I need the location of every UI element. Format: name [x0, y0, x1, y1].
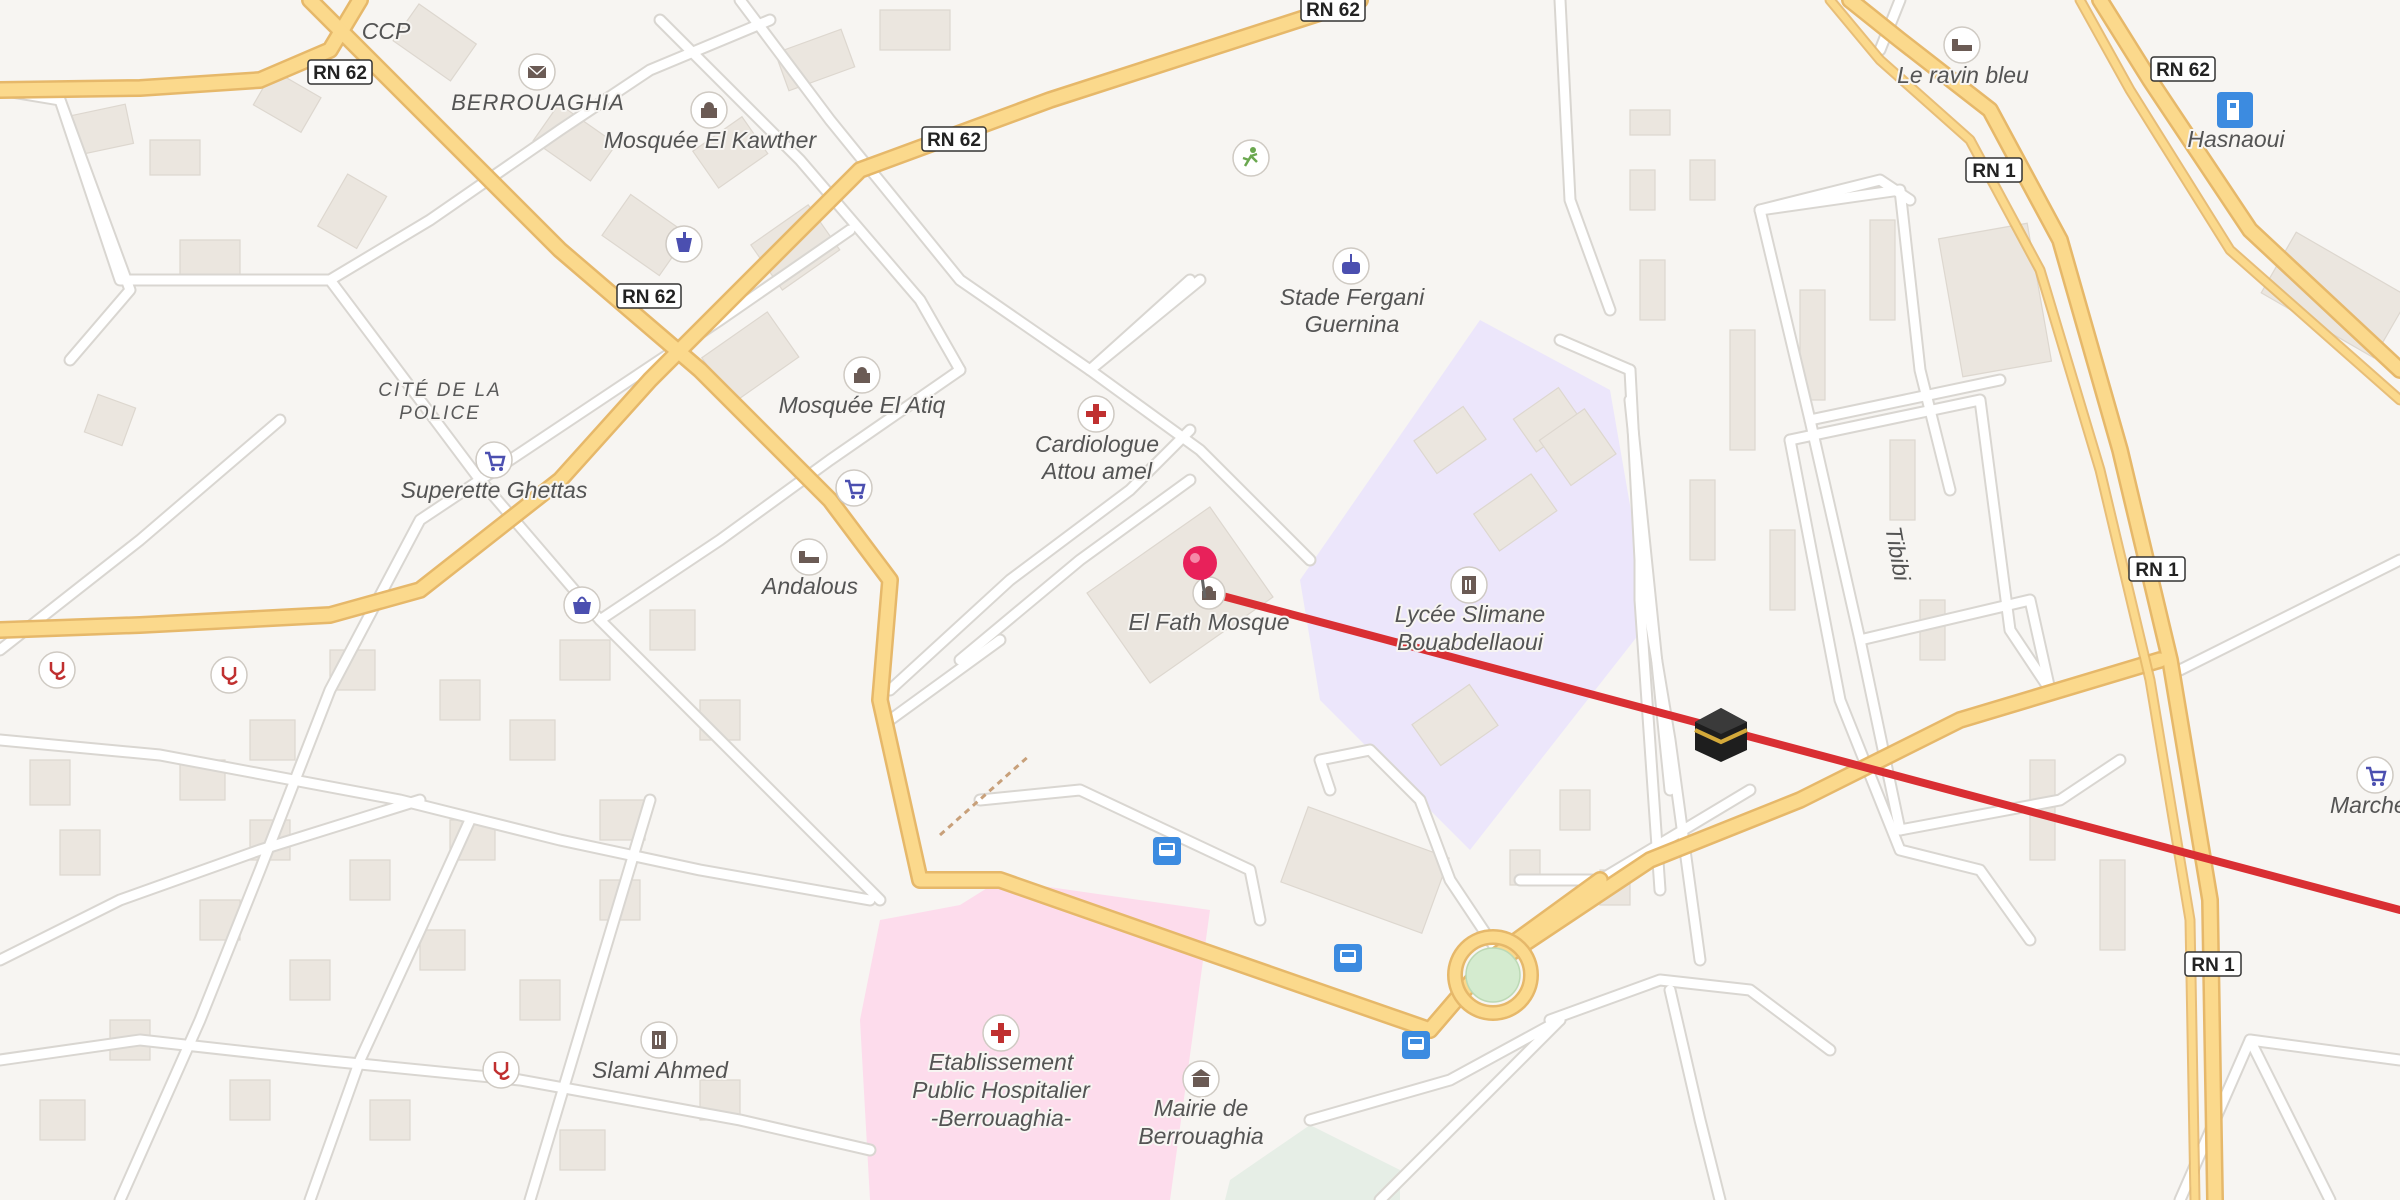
road-shield-label: RN 1: [2135, 560, 2179, 581]
bus-stop-icon[interactable]: [1402, 1031, 1430, 1059]
label-berrouaghia: BERROUAGHIA: [451, 90, 625, 115]
road-shield: RN 1: [2128, 556, 2186, 582]
road-shield-label: RN 1: [2191, 955, 2235, 976]
stadium-icon[interactable]: [1332, 247, 1370, 285]
label-mairie: Berrouaghia: [1138, 1123, 1263, 1149]
label-mosquee-el-atiq: Mosquée El Atiq: [779, 392, 946, 418]
label-slami-ahmed: Slami Ahmed: [592, 1057, 729, 1083]
bus-stop-icon[interactable]: [1334, 944, 1362, 972]
road-shield-label: RN 62: [927, 130, 981, 151]
label-hopital: -Berrouaghia-: [931, 1105, 1072, 1131]
road-shield-label: RN 62: [622, 287, 676, 308]
pharmacy-icon[interactable]: [665, 225, 703, 263]
road-shield: RN 62: [307, 59, 373, 85]
road-shield: RN 62: [616, 283, 682, 309]
hotel-icon[interactable]: [790, 538, 828, 576]
doctor-icon[interactable]: [38, 651, 76, 689]
label-lycee: Lycée Slimane: [1395, 601, 1545, 627]
mosque-icon[interactable]: [690, 91, 728, 129]
road-shield: RN 62: [2150, 56, 2216, 82]
bus-stop-icon[interactable]: [1153, 837, 1181, 865]
label-hopital: Public Hospitalier: [912, 1077, 1091, 1103]
doctor-icon[interactable]: [210, 656, 248, 694]
label-lycee: Bouabdellaoui: [1397, 629, 1544, 655]
road-shield-label: RN 62: [1306, 0, 1360, 21]
mosque-icon[interactable]: [1192, 576, 1226, 610]
label-le-ravin-bleu: Le ravin bleu: [1897, 62, 2029, 88]
school-icon[interactable]: [1450, 566, 1488, 604]
label-hopital: Etablissement: [929, 1049, 1075, 1075]
road-shield-label: RN 1: [1972, 161, 2016, 182]
road-shield: RN 1: [2184, 951, 2242, 977]
label-andalous: Andalous: [760, 573, 858, 599]
shopping-cart-icon[interactable]: [2356, 756, 2394, 794]
label-stade: Stade Fergani: [1280, 284, 1425, 310]
label-cardiologue: Cardiologue: [1035, 431, 1159, 457]
hospital-cross-icon[interactable]: [982, 1014, 1020, 1052]
label-el-fath-mosque: El Fath Mosque: [1128, 609, 1289, 635]
road-shield: RN 62: [1300, 0, 1366, 22]
label-cardiologue: Attou amel: [1040, 458, 1153, 484]
label-ccp: CCP: [362, 18, 411, 44]
mosque-icon[interactable]: [843, 356, 881, 394]
map-canvas[interactable]: RN 62 RN 62 RN 62 RN 62 RN 62 RN 1 RN 1 …: [0, 0, 2400, 1200]
sports-icon[interactable]: [1232, 139, 1270, 177]
label-marche: Marché Berr: [2330, 792, 2400, 818]
label-stade: Guernina: [1305, 311, 1400, 337]
road-shield: RN 62: [921, 126, 987, 152]
road-shield-label: RN 62: [2156, 60, 2210, 81]
label-superette-ghettas: Superette Ghettas: [401, 477, 588, 503]
road-shield-label: RN 62: [313, 63, 367, 84]
label-cite-police: CITÉ DE LA: [378, 380, 501, 401]
shopping-cart-icon[interactable]: [475, 441, 513, 479]
town-hall-icon[interactable]: [1182, 1060, 1220, 1098]
label-mosquee-el-kawther: Mosquée El Kawther: [604, 127, 818, 153]
fuel-station-icon[interactable]: [2217, 92, 2253, 128]
label-mairie: Mairie de: [1154, 1095, 1249, 1121]
label-hasnaoui: Hasnaoui: [2187, 126, 2285, 152]
hotel-icon[interactable]: [1943, 26, 1981, 64]
hospital-cross-icon[interactable]: [1077, 395, 1115, 433]
post-office-icon[interactable]: [518, 53, 556, 91]
school-icon[interactable]: [640, 1021, 678, 1059]
road-shield: RN 1: [1965, 157, 2023, 183]
doctor-icon[interactable]: [482, 1051, 520, 1089]
shopping-bag-icon[interactable]: [563, 586, 601, 624]
label-cite-police: POLICE: [399, 403, 481, 424]
shopping-cart-icon[interactable]: [835, 469, 873, 507]
